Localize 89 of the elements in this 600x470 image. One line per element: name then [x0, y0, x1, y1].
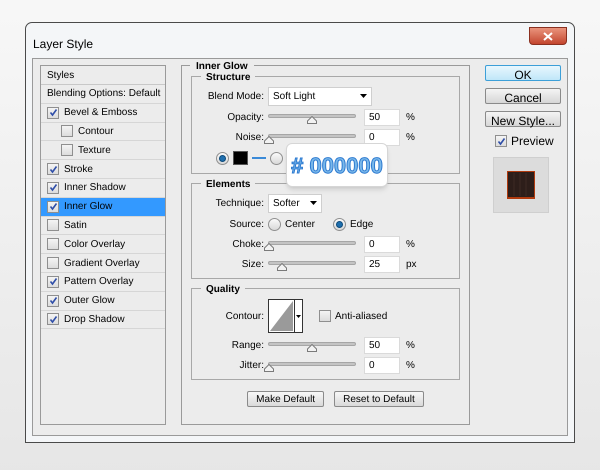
checkbox[interactable] — [47, 257, 59, 270]
style-list-item[interactable]: Satin — [41, 216, 165, 236]
style-label: Outer Glow — [64, 294, 115, 308]
checkbox[interactable] — [47, 276, 59, 288]
style-label: Inner Shadow — [64, 181, 126, 196]
callout: # 000000 — [286, 143, 388, 187]
field-label: Choke: — [232, 238, 264, 252]
style-label: Texture — [78, 144, 111, 158]
value-field[interactable]: 50 — [364, 336, 400, 354]
style-label: Drop Shadow — [64, 312, 125, 327]
unit-label: % — [406, 338, 415, 352]
style-label: Satin — [64, 218, 87, 233]
group-title: Quality — [201, 282, 245, 297]
style-label: Color Overlay — [64, 238, 126, 252]
radio-label: Edge — [350, 218, 374, 232]
checkbox[interactable] — [61, 125, 73, 138]
slider-thumb[interactable] — [307, 116, 317, 124]
value-field[interactable]: 0 — [364, 236, 400, 252]
close-icon — [543, 32, 553, 40]
field-label: Contour: — [226, 310, 264, 324]
checkbox[interactable] — [47, 219, 59, 232]
panel-button[interactable]: Make Default — [247, 391, 324, 407]
slider-thumb[interactable] — [307, 344, 317, 352]
caret-icon — [296, 314, 301, 318]
field-label: Source: — [230, 218, 264, 232]
radio-button[interactable] — [333, 218, 346, 230]
style-label: Gradient Overlay — [64, 256, 140, 271]
style-label: Contour — [78, 124, 114, 139]
checkbox-label: Anti-aliased — [335, 310, 388, 324]
preview-swatch-icon — [506, 170, 536, 200]
value-field[interactable]: 0 — [364, 356, 400, 374]
contour-picker[interactable] — [268, 299, 303, 333]
field-label: Opacity: — [227, 110, 264, 124]
style-list-item[interactable]: Contour — [41, 122, 165, 142]
slider-thumb[interactable] — [264, 364, 274, 372]
dialog-button[interactable]: OK — [485, 65, 561, 81]
field-label: Noise: — [236, 130, 264, 144]
style-label: Blending Options: Default — [47, 87, 160, 102]
field-label: Technique: — [216, 196, 264, 210]
dialog-button[interactable]: Cancel — [485, 88, 561, 104]
style-list-item[interactable]: Stroke — [41, 160, 165, 179]
slider-thumb[interactable] — [264, 136, 274, 144]
unit-label: px — [406, 258, 417, 272]
checkbox[interactable] — [61, 144, 73, 156]
value-field[interactable]: 50 — [364, 108, 400, 126]
unit-label: % — [406, 130, 415, 144]
slider-thumb[interactable] — [276, 262, 287, 270]
style-list-item[interactable]: Texture — [41, 141, 165, 160]
checkbox[interactable] — [47, 294, 59, 307]
radio-button[interactable] — [270, 152, 283, 164]
style-label: Stroke — [64, 162, 93, 177]
field-label: Range: — [232, 338, 264, 352]
style-list-item[interactable]: Gradient Overlay — [41, 254, 165, 273]
checkbox[interactable] — [47, 163, 59, 176]
radio-button[interactable] — [216, 152, 229, 164]
checkbox[interactable] — [495, 135, 507, 147]
close-button[interactable] — [529, 27, 567, 45]
dialog-button[interactable]: New Style... — [485, 111, 561, 127]
panel-button[interactable]: Reset to Default — [334, 391, 424, 407]
style-label: Inner Glow — [64, 200, 112, 214]
checkbox[interactable] — [47, 200, 59, 213]
style-list-item[interactable]: Color Overlay — [41, 235, 165, 254]
checkbox[interactable] — [47, 182, 59, 194]
value-field[interactable]: 25 — [364, 256, 400, 272]
caret-icon — [360, 94, 367, 98]
checkbox[interactable] — [47, 106, 59, 119]
unit-label: % — [406, 110, 415, 124]
style-list-item[interactable]: Inner Glow — [41, 198, 165, 217]
preview-label: Preview — [511, 133, 554, 150]
dropdown[interactable]: Soft Light — [268, 86, 372, 106]
field-label: Jitter: — [240, 358, 264, 372]
radio-button[interactable] — [268, 218, 281, 230]
unit-label: % — [406, 358, 415, 372]
style-label: Bevel & Emboss — [64, 106, 138, 120]
radio-label: Center — [285, 218, 316, 232]
checkbox[interactable] — [47, 313, 59, 326]
checkbox[interactable] — [47, 238, 59, 250]
window-title: Layer Style — [33, 36, 94, 53]
unit-label: % — [406, 238, 415, 252]
field-label: Size: — [242, 258, 264, 272]
color-swatch[interactable] — [233, 151, 248, 165]
slider-thumb[interactable] — [264, 242, 274, 250]
value-field[interactable]: 0 — [364, 128, 400, 146]
caret-icon — [310, 201, 317, 205]
style-label: Pattern Overlay — [64, 275, 134, 290]
field-label: Blend Mode: — [208, 90, 264, 104]
checkbox[interactable] — [319, 310, 331, 322]
style-list-item[interactable]: Drop Shadow — [41, 310, 165, 330]
dropdown[interactable]: Softer — [268, 194, 322, 212]
